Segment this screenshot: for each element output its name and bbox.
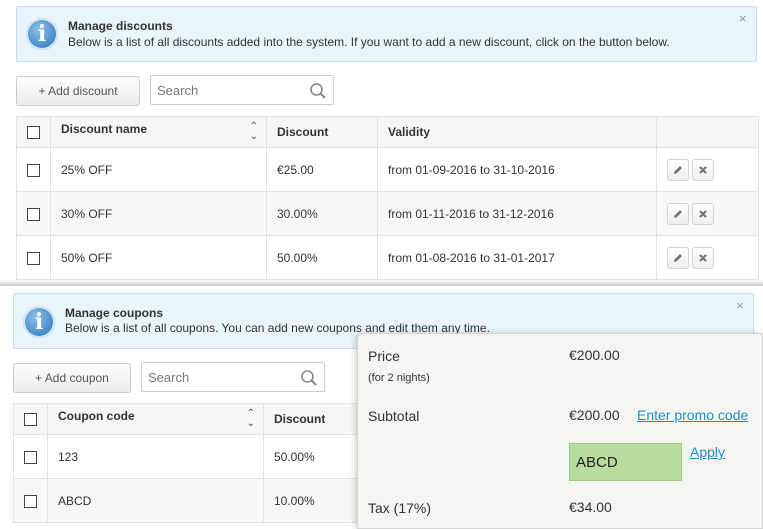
select-all-checkbox[interactable] xyxy=(27,126,40,140)
row-checkbox[interactable] xyxy=(27,251,40,265)
tax-label: Tax (17%) xyxy=(368,500,432,516)
close-icon xyxy=(699,165,707,174)
discount-value: 50.00% xyxy=(266,235,378,280)
close-icon xyxy=(699,209,707,218)
discounts-info-box: i Manage discounts Below is a list of al… xyxy=(16,6,757,62)
delete-button[interactable] xyxy=(692,158,714,181)
discounts-panel: i Manage discounts Below is a list of al… xyxy=(0,0,763,286)
select-all-cell xyxy=(13,403,48,435)
coupon-code: ABCD xyxy=(47,478,264,523)
discounts-table: Discount name ⌃ ⌄ Discount Validity 25% OF… xyxy=(16,116,759,280)
table-row: 25% OFF €25.00 from 01-09-2016 to 31-10-… xyxy=(16,147,759,192)
sort-icon[interactable]: ⌃ ⌄ xyxy=(250,122,258,142)
pencil-icon xyxy=(674,253,682,262)
row-actions xyxy=(656,147,759,192)
select-all-cell xyxy=(16,116,51,148)
add-discount-button[interactable]: + Add discount xyxy=(16,76,140,106)
sort-icon[interactable]: ⌃ ⌄ xyxy=(247,409,255,429)
edit-button[interactable] xyxy=(667,246,689,269)
discounts-info-text: Below is a list of all discounts added i… xyxy=(68,35,670,49)
discount-name: 30% OFF xyxy=(50,191,267,236)
discount-value: €25.00 xyxy=(266,147,378,192)
column-header-validity: Validity xyxy=(377,116,657,148)
promo-code-input[interactable] xyxy=(569,443,682,481)
search-icon[interactable] xyxy=(300,369,318,387)
discount-name: 50% OFF xyxy=(50,235,267,280)
discount-validity: from 01-11-2016 to 31-12-2016 xyxy=(377,191,657,236)
row-actions xyxy=(656,235,759,280)
discounts-info-title: Manage discounts xyxy=(68,19,173,33)
close-icon[interactable]: × xyxy=(739,11,747,26)
column-header-discount-name[interactable]: Discount name ⌃ ⌄ xyxy=(50,116,267,148)
coupon-search xyxy=(141,362,325,392)
price-label: Price xyxy=(368,348,400,364)
discount-search-input[interactable] xyxy=(157,81,297,99)
tax-value: €34.00 xyxy=(569,499,612,515)
discount-validity: from 01-09-2016 to 31-10-2016 xyxy=(377,147,657,192)
column-header-coupon-code[interactable]: Coupon code ⌃ ⌄ xyxy=(47,403,264,435)
pencil-icon xyxy=(674,209,682,218)
price-summary-panel: Price €200.00 (for 2 nights) Subtotal €2… xyxy=(357,333,763,529)
row-actions xyxy=(656,191,759,236)
discount-value: 30.00% xyxy=(266,191,378,236)
close-icon[interactable]: × xyxy=(736,298,744,313)
enter-promo-code-link[interactable]: Enter promo code xyxy=(637,407,748,423)
column-header-actions xyxy=(656,116,759,148)
coupon-code: 123 xyxy=(47,434,264,479)
table-header-row: Discount name ⌃ ⌄ Discount Validity xyxy=(16,116,759,148)
discount-search xyxy=(150,75,334,105)
delete-button[interactable] xyxy=(692,202,714,225)
column-header-discount: Discount xyxy=(266,116,378,148)
discount-name: 25% OFF xyxy=(50,147,267,192)
apply-link[interactable]: Apply xyxy=(690,444,725,460)
row-checkbox[interactable] xyxy=(24,450,37,464)
add-coupon-button[interactable]: + Add coupon xyxy=(13,363,131,393)
edit-button[interactable] xyxy=(667,202,689,225)
pencil-icon xyxy=(674,165,682,174)
close-icon xyxy=(699,253,707,262)
price-value: €200.00 xyxy=(569,347,620,363)
table-row: 30% OFF 30.00% from 01-11-2016 to 31-12-… xyxy=(16,191,759,236)
subtotal-label: Subtotal xyxy=(368,408,420,424)
row-checkbox[interactable] xyxy=(27,207,40,221)
coupon-search-input[interactable] xyxy=(148,368,288,386)
discount-validity: from 01-08-2016 to 31-01-2017 xyxy=(377,235,657,280)
row-checkbox[interactable] xyxy=(27,163,40,177)
column-label: Coupon code xyxy=(58,409,135,423)
nights-note: (for 2 nights) xyxy=(368,372,430,384)
edit-button[interactable] xyxy=(667,158,689,181)
delete-button[interactable] xyxy=(692,246,714,269)
column-label: Discount name xyxy=(61,122,148,136)
table-row: 50% OFF 50.00% from 01-08-2016 to 31-01-… xyxy=(16,235,759,280)
subtotal-value: €200.00 xyxy=(569,407,620,423)
search-icon[interactable] xyxy=(309,82,327,100)
info-icon: i xyxy=(23,306,55,338)
info-icon: i xyxy=(26,18,58,50)
select-all-checkbox[interactable] xyxy=(24,413,37,427)
coupons-info-title: Manage coupons xyxy=(65,306,164,320)
row-checkbox[interactable] xyxy=(24,494,37,508)
